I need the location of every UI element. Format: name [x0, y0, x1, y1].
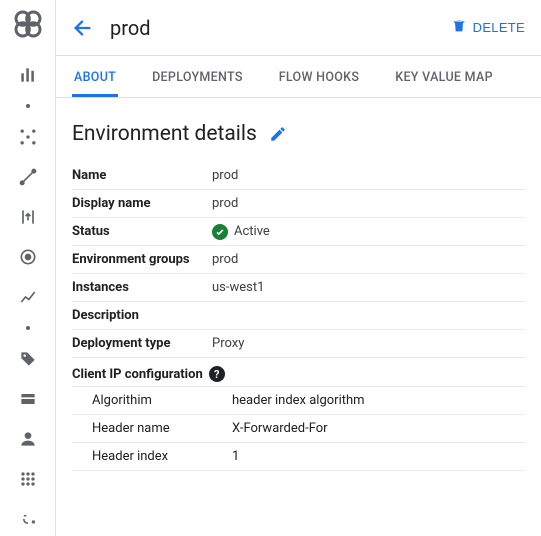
row-description: Description [72, 302, 525, 330]
label-status: Status [72, 224, 212, 239]
status-text: Active [234, 224, 270, 239]
row-instances: Instances us-west1 [72, 274, 525, 302]
row-status: Status Active [72, 218, 525, 246]
row-deployment-type: Deployment type Proxy [72, 330, 525, 358]
nav-deploy[interactable] [8, 200, 48, 234]
value-name: prod [212, 168, 238, 183]
value-deployment-type: Proxy [212, 336, 244, 351]
nav-card[interactable] [8, 382, 48, 416]
label-header-index: Header index [92, 449, 232, 464]
delete-button[interactable]: DELETE [451, 18, 525, 37]
nav-analytics[interactable] [8, 280, 48, 314]
nav-target[interactable] [8, 240, 48, 274]
tab-bar: ABOUT DEPLOYMENTS FLOW HOOKS KEY VALUE M… [56, 56, 541, 98]
value-algorithm: header index algorithm [232, 393, 365, 408]
label-display-name: Display name [72, 196, 212, 211]
label-deployment-type: Deployment type [72, 336, 212, 351]
tab-deployments[interactable]: DEPLOYMENTS [150, 56, 245, 97]
value-env-groups: prod [212, 252, 238, 267]
value-status: Active [212, 224, 270, 240]
nav-tags[interactable] [8, 342, 48, 376]
details-table: Name prod Display name prod Status Activ… [72, 162, 525, 471]
apigee-logo [12, 8, 44, 40]
label-instances: Instances [72, 280, 212, 295]
content-area: Environment details Name prod Display na… [56, 98, 541, 495]
row-header-name: Header name X-Forwarded-For [72, 415, 525, 443]
row-header-index: Header index 1 [72, 443, 525, 471]
value-display-name: prod [212, 196, 238, 211]
value-header-index: 1 [232, 449, 239, 464]
label-env-groups: Environment groups [72, 252, 212, 267]
row-name: Name prod [72, 162, 525, 190]
back-button[interactable] [72, 17, 94, 39]
status-ok-icon [212, 224, 228, 240]
help-icon[interactable]: ? [209, 366, 225, 382]
delete-label: DELETE [473, 20, 525, 35]
row-algorithm: Algorithim header index algorithm [72, 387, 525, 415]
nav-separator [26, 104, 30, 108]
tab-flow-hooks[interactable]: FLOW HOOKS [277, 56, 362, 97]
client-ip-title: Client IP configuration [72, 367, 203, 382]
nav-apps[interactable] [8, 462, 48, 496]
nav-secrets[interactable] [8, 502, 48, 536]
nav-route[interactable] [8, 160, 48, 194]
nav-user[interactable] [8, 422, 48, 456]
header: prod DELETE [56, 0, 541, 56]
trash-icon [451, 18, 467, 37]
client-ip-title-row: Client IP configuration ? [72, 358, 525, 387]
value-header-name: X-Forwarded-For [232, 421, 328, 436]
label-description: Description [72, 308, 212, 323]
tab-about[interactable]: ABOUT [72, 56, 118, 97]
section-title: Environment details [72, 122, 257, 146]
nav-dashboard[interactable] [8, 58, 48, 92]
row-env-groups: Environment groups prod [72, 246, 525, 274]
nav-develop[interactable] [8, 120, 48, 154]
label-name: Name [72, 168, 212, 183]
page-title: prod [110, 16, 411, 40]
row-display-name: Display name prod [72, 190, 525, 218]
label-header-name: Header name [92, 421, 232, 436]
sidebar [0, 0, 56, 536]
tab-key-value-map[interactable]: KEY VALUE MAP [393, 56, 495, 97]
value-instances: us-west1 [212, 280, 264, 295]
edit-button[interactable] [269, 125, 287, 143]
nav-separator-2 [26, 326, 30, 330]
main-panel: prod DELETE ABOUT DEPLOYMENTS FLOW HOOKS… [56, 0, 541, 536]
label-algorithm: Algorithim [92, 393, 232, 408]
